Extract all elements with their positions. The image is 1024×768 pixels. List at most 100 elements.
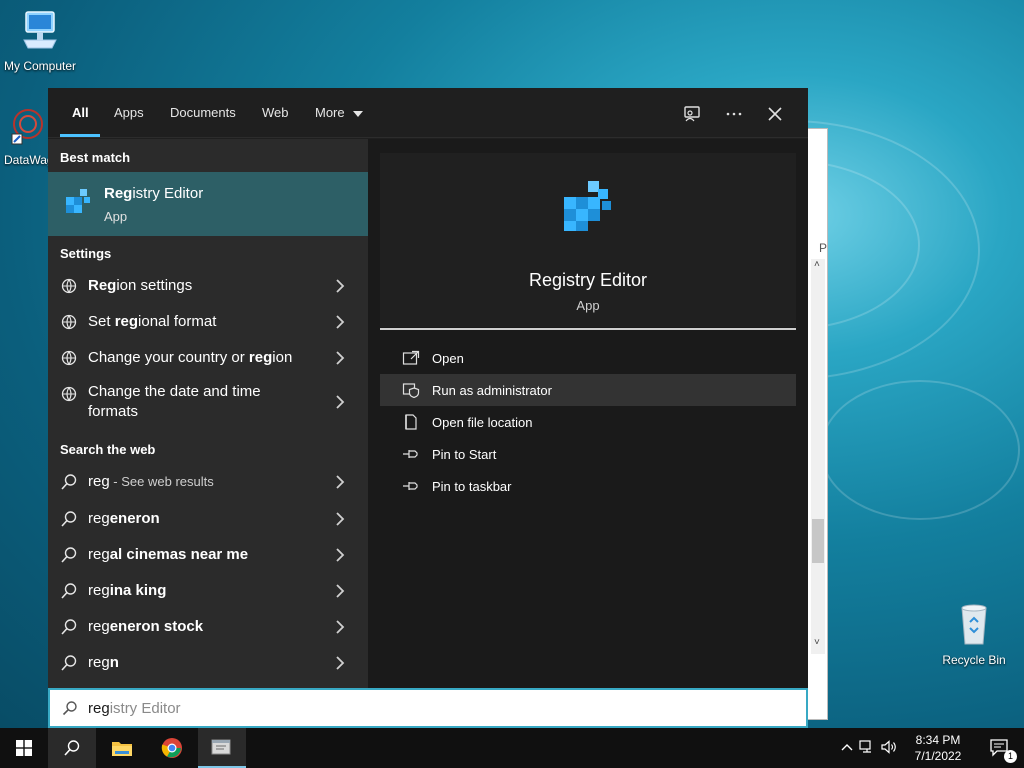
web-result-regn[interactable]: regn: [48, 645, 368, 681]
wallpaper-ripple: [820, 380, 1020, 520]
chevron-right-icon: [336, 656, 345, 670]
action-open[interactable]: Open: [380, 342, 796, 374]
globe-settings-icon: [61, 386, 77, 402]
desktop-icon-my-computer[interactable]: My Computer: [0, 10, 80, 73]
settings-item-label: Set regional format: [88, 313, 217, 330]
best-match-title: Registry Editor: [104, 185, 204, 202]
action-pin-to-start[interactable]: Pin to Start: [380, 438, 796, 470]
tab-documents[interactable]: Documents: [170, 105, 236, 120]
preview-divider: [380, 328, 796, 330]
web-result-label: regal cinemas near me: [88, 546, 249, 563]
close-icon[interactable]: [764, 103, 786, 125]
taskbar-file-explorer[interactable]: [98, 728, 146, 768]
pin-icon: [403, 450, 418, 458]
search-icon: [61, 547, 77, 563]
taskbar: 8:34 PM 7/1/2022 1: [0, 728, 1024, 768]
settings-item-label: Change your country or region: [88, 349, 293, 366]
action-label: Run as administrator: [432, 383, 552, 398]
scroll-up-icon[interactable]: ˄: [814, 259, 820, 270]
recycle-bin-icon: [961, 604, 987, 645]
tab-all[interactable]: All: [72, 105, 89, 120]
clock-time: 8:34 PM: [915, 733, 961, 747]
web-result-label: regeneron: [88, 510, 160, 527]
desktop-icon-label: Recycle Bin: [942, 653, 1006, 667]
active-tab-indicator: [60, 134, 100, 137]
search-input[interactable]: registry Editor: [48, 688, 808, 728]
settings-item-region-settings[interactable]: Region settings: [48, 268, 368, 304]
feedback-icon[interactable]: [681, 103, 703, 125]
web-result-regina-king[interactable]: regina king: [48, 573, 368, 609]
search-icon: [61, 619, 77, 635]
chevron-right-icon: [336, 512, 345, 526]
best-match-item[interactable]: Registry Editor App: [48, 172, 368, 236]
web-result-label: reg - See web results: [88, 473, 214, 490]
scroll-down-icon[interactable]: ˅: [814, 637, 820, 648]
preview-subtitle: App: [576, 298, 600, 313]
windows-logo-icon: [16, 740, 32, 756]
search-icon: [61, 655, 77, 671]
settings-item-label: Change the date and time formats: [88, 383, 261, 420]
preview-title: Registry Editor: [528, 270, 648, 290]
action-label: Open: [432, 351, 464, 366]
web-result-label: regina king: [88, 582, 167, 599]
background-scroll-thumb[interactable]: [812, 519, 824, 563]
settings-item-regional-format[interactable]: Set regional format: [48, 304, 368, 340]
web-result-regeneron-stock[interactable]: regeneron stock: [48, 609, 368, 645]
tab-web[interactable]: Web: [262, 105, 289, 120]
globe-settings-icon: [61, 350, 77, 366]
action-open-file-location[interactable]: Open file location: [380, 406, 796, 438]
search-icon: [64, 740, 80, 756]
web-result-reg[interactable]: reg - See web results: [48, 464, 368, 500]
action-run-as-administrator[interactable]: Run as administrator: [380, 374, 796, 406]
action-label: Pin to taskbar: [432, 479, 512, 494]
web-result-regeneron[interactable]: regeneron: [48, 501, 368, 537]
settings-item-change-country-region[interactable]: Change your country or region: [48, 340, 368, 376]
more-options-icon[interactable]: [723, 103, 745, 125]
background-scrollbar[interactable]: [811, 259, 825, 654]
search-icon: [61, 474, 77, 490]
taskbar-clock[interactable]: 8:34 PM 7/1/2022: [900, 732, 976, 764]
web-result-label: regeneron stock: [88, 618, 204, 635]
desktop-icon-recycle-bin[interactable]: Recycle Bin: [934, 602, 1014, 667]
network-icon[interactable]: [856, 739, 878, 757]
search-tabs: All Apps Documents Web More: [48, 88, 808, 138]
datawag-icon: [11, 109, 43, 145]
caret-down-icon: [353, 110, 364, 117]
pin-icon: [403, 482, 418, 490]
web-result-label: regn: [88, 654, 119, 671]
taskbar-search-button[interactable]: [48, 728, 96, 768]
notification-count-badge: 1: [1004, 750, 1017, 763]
web-result-regal-cinemas[interactable]: regal cinemas near me: [48, 537, 368, 573]
chevron-right-icon: [336, 548, 345, 562]
tab-apps[interactable]: Apps: [114, 105, 144, 120]
chevron-right-icon: [336, 620, 345, 634]
action-pin-to-taskbar[interactable]: Pin to taskbar: [380, 470, 796, 502]
chevron-right-icon: [336, 351, 345, 365]
volume-icon[interactable]: [878, 739, 900, 757]
settings-item-change-date-time[interactable]: Change the date and time formats: [48, 376, 368, 428]
start-button[interactable]: [0, 728, 48, 768]
taskbar-chrome[interactable]: [148, 728, 196, 768]
chrome-icon: [161, 738, 182, 758]
action-label: Pin to Start: [432, 447, 497, 462]
desktop-icon-label: My Computer: [3, 59, 77, 73]
tab-more[interactable]: More: [315, 105, 364, 120]
preview-card: Registry Editor App: [380, 153, 796, 327]
taskbar-app-window[interactable]: [198, 728, 246, 768]
registry-editor-icon: [66, 189, 90, 213]
globe-settings-icon: [61, 314, 77, 330]
tab-more-label: More: [315, 105, 345, 120]
clock-date: 7/1/2022: [914, 749, 962, 763]
section-best-match: Best match: [60, 150, 131, 165]
globe-settings-icon: [61, 278, 77, 294]
system-tray: [838, 728, 900, 768]
registry-editor-large-icon: [564, 181, 611, 231]
search-icon: [62, 701, 77, 716]
notification-center-button[interactable]: 1: [976, 728, 1024, 768]
best-match-subtitle: App: [104, 209, 128, 224]
chevron-up-icon[interactable]: [838, 741, 856, 755]
open-icon: [402, 350, 420, 365]
file-location-icon: [405, 414, 417, 430]
search-query: registry Editor: [88, 700, 181, 717]
chevron-right-icon: [336, 315, 345, 329]
